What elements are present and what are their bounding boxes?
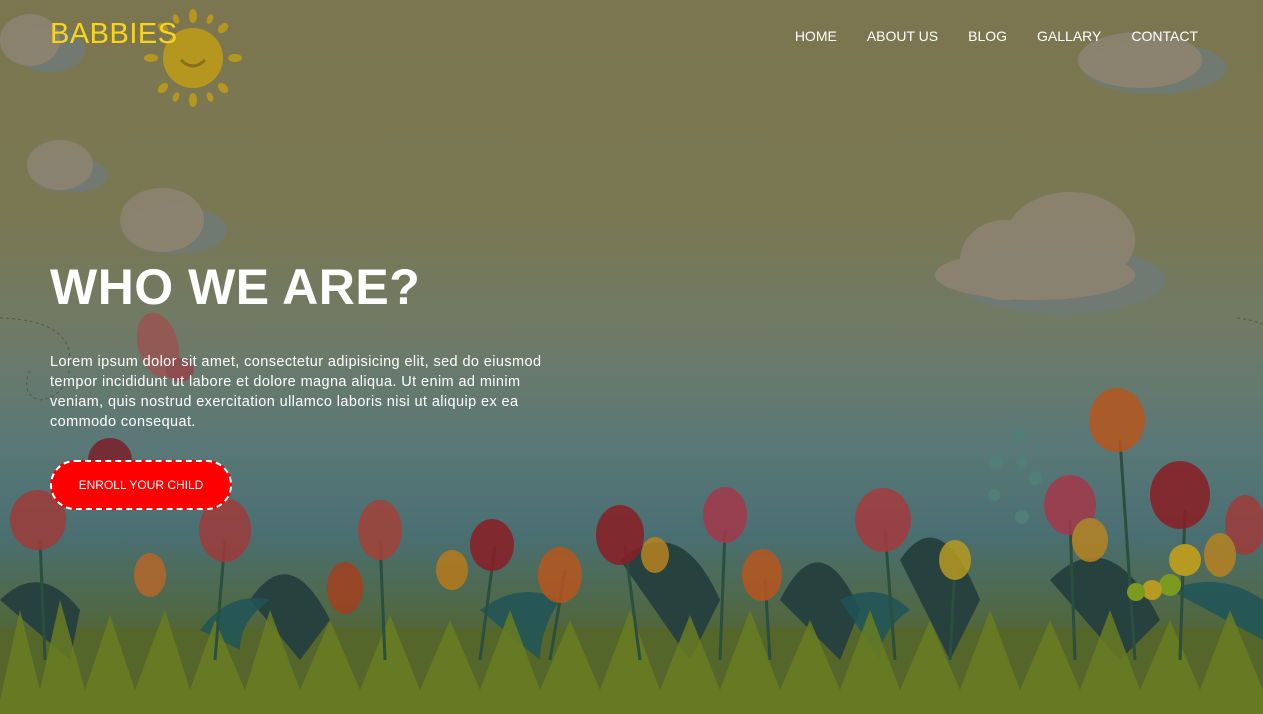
nav-gallery-link[interactable]: GALLARY [1037, 28, 1101, 44]
main-nav: HOME ABOUT US BLOG GALLARY CONTACT [795, 28, 1198, 44]
hero-section: WHO WE ARE? Lorem ipsum dolor sit amet, … [50, 258, 560, 432]
site-header: BABBIES HOME ABOUT US BLOG GALLARY CONTA… [0, 0, 1263, 72]
nav-contact-link[interactable]: CONTACT [1131, 28, 1198, 44]
brand-logo[interactable]: BABBIES [50, 18, 178, 51]
enroll-button[interactable]: ENROLL YOUR CHILD [50, 460, 232, 510]
hero-description: Lorem ipsum dolor sit amet, consectetur … [50, 354, 542, 430]
nav-home-link[interactable]: HOME [795, 28, 837, 44]
nav-blog-link[interactable]: BLOG [968, 28, 1007, 44]
hero-title: WHO WE ARE? [50, 259, 421, 315]
nav-about-link[interactable]: ABOUT US [867, 28, 938, 44]
